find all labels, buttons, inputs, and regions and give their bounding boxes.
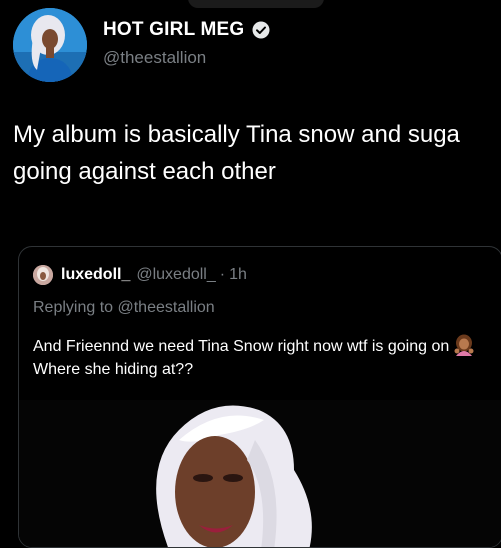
verified-badge-icon — [252, 21, 270, 39]
quoted-tweet-text-end: Where she hiding at?? — [33, 361, 194, 378]
author-handle[interactable]: @theestallion — [103, 48, 206, 68]
quoted-author-handle[interactable]: @luxedoll_ — [136, 266, 215, 284]
quoted-author-avatar[interactable] — [33, 265, 53, 285]
phone-notch — [188, 0, 324, 8]
quoted-tweet-age: 1h — [229, 266, 247, 283]
author-avatar[interactable] — [13, 8, 87, 82]
quoted-tweet[interactable]: luxedoll_ @luxedoll_ · 1h Replying to @t… — [18, 246, 501, 548]
quoted-tweet-text: And Frieennd we need Tina Snow right now… — [33, 338, 450, 355]
author-display-name[interactable]: HOT GIRL MEG — [103, 19, 244, 41]
quoted-tweet-header: luxedoll_ @luxedoll_ · 1h — [33, 265, 247, 285]
author-avatar-image — [13, 8, 87, 82]
replying-to: Replying to @theestallion — [33, 299, 215, 316]
quoted-tweet-body: And Frieennd we need Tina Snow right now… — [33, 334, 483, 381]
author-name-row: HOT GIRL MEG — [103, 19, 270, 41]
quoted-author-name[interactable]: luxedoll_ — [61, 266, 130, 284]
tweet-text: My album is basically Tina snow and suga… — [13, 121, 460, 185]
woman-gesturing-emoji-icon — [453, 334, 475, 356]
meta-separator: · — [219, 266, 226, 283]
